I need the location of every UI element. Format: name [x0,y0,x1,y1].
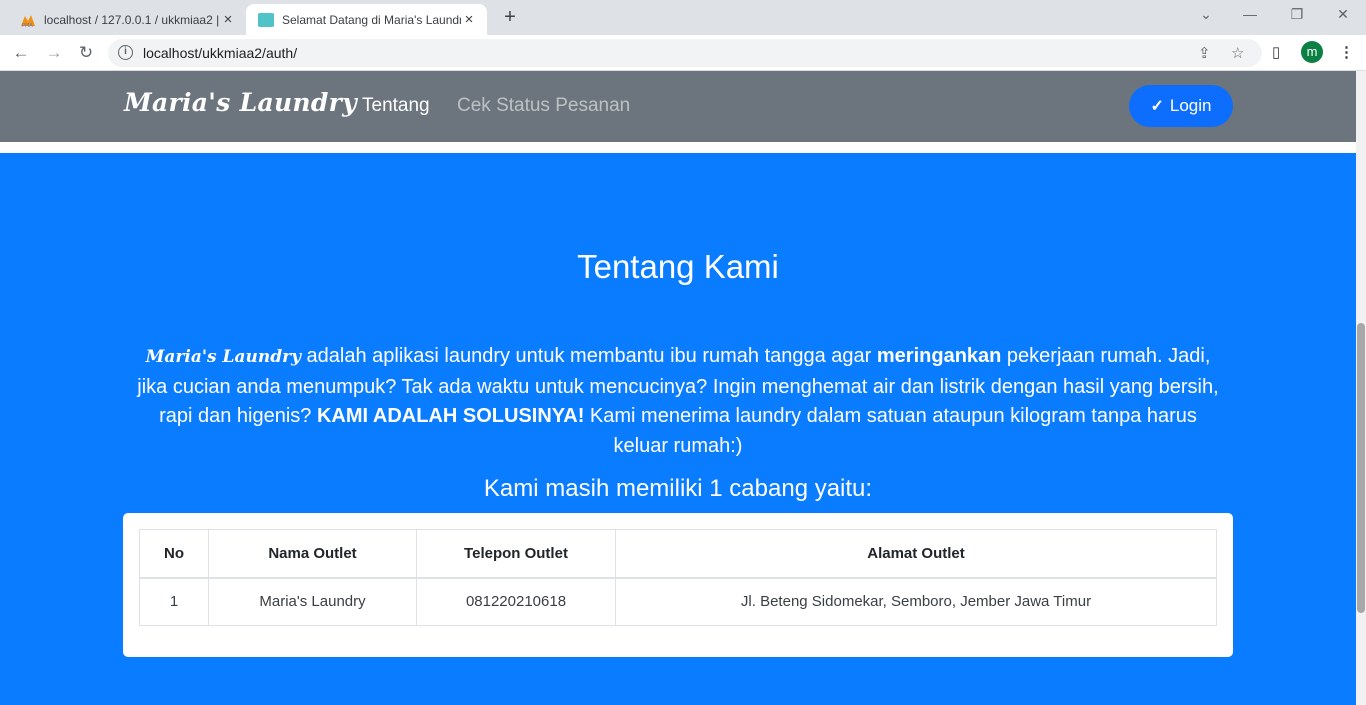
cell-no: 1 [139,577,209,626]
about-bold-2: KAMI ADALAH SOLUSINYA! [316,405,585,427]
bookmark-star-icon[interactable]: ☆ [1231,44,1244,62]
browser-toolbar: ← → ↻ i localhost/ukkmiaa2/auth/ ⇪ ☆ ▯ m… [0,35,1366,71]
site-info-icon[interactable]: i [118,45,133,60]
nav-link-cek-status[interactable]: Cek Status Pesanan [457,95,630,117]
address-url[interactable]: localhost/ukkmiaa2/auth/ [143,45,297,61]
about-text-1: adalah aplikasi laundry untuk membantu i… [300,345,877,367]
browser-tab-maria-laundry[interactable]: Selamat Datang di Maria's Laundry × [246,4,487,35]
tab-title: Selamat Datang di Maria's Laundry [282,12,461,27]
column-header-alamat-outlet: Alamat Outlet [615,529,1217,579]
branches-title: Kami masih memiliki 1 cabang yaitu: [483,475,873,502]
about-description: Maria's Laundry adalah aplikasi laundry … [130,342,1226,461]
site-navbar: Maria's Laundry Tentang Cek Status Pesan… [0,71,1356,142]
share-icon[interactable]: ⇪ [1198,44,1211,62]
outlet-table: No Nama Outlet Telepon Outlet Alamat Out… [139,529,1217,626]
reload-icon[interactable]: ↻ [74,41,98,65]
address-bar[interactable]: i localhost/ukkmiaa2/auth/ ⇪ ☆ [108,39,1262,67]
login-label: Login [1169,96,1212,115]
outlet-card: No Nama Outlet Telepon Outlet Alamat Out… [123,513,1233,657]
about-section: Tentang Kami Maria's Laundry adalah apli… [0,153,1356,705]
tab-title: localhost / 127.0.0.1 / ukkmiaa2 | [44,12,220,27]
cell-nama-outlet: Maria's Laundry [208,577,417,626]
restore-icon[interactable]: ❐ [1287,6,1307,23]
browser-menu-icon[interactable]: ⋮ [1339,43,1354,61]
new-tab-icon[interactable]: + [498,6,522,29]
about-bold-1: meringankan [876,345,1002,367]
page-viewport: Maria's Laundry Tentang Cek Status Pesan… [0,71,1356,705]
column-header-no: No [139,529,209,579]
table-header-row: No Nama Outlet Telepon Outlet Alamat Out… [139,529,1217,579]
forward-icon[interactable]: → [42,41,66,65]
profile-avatar[interactable]: m [1301,41,1323,63]
page-scrollbar[interactable] [1356,71,1366,705]
side-panel-icon[interactable]: ▯ [1272,43,1280,61]
login-button[interactable]: ✓ Login [1129,85,1233,127]
maria-laundry-favicon-icon [258,12,274,27]
phpmyadmin-favicon-icon: PMA [20,12,36,29]
back-icon[interactable]: ← [9,41,33,65]
cell-alamat-outlet: Jl. Beteng Sidomekar, Semboro, Jember Ja… [615,577,1217,626]
check-icon: ✓ [1150,98,1164,115]
table-row: 1 Maria's Laundry 081220210618 Jl. Beten… [139,577,1217,626]
tab-search-icon[interactable]: ⌄ [1196,6,1216,23]
about-brand-inline: Maria's Laundry [145,347,301,367]
column-header-nama-outlet: Nama Outlet [208,529,417,579]
svg-text:PMA: PMA [22,23,33,28]
brand-logo[interactable]: Maria's Laundry [124,88,357,117]
window-close-icon[interactable]: ✕ [1333,6,1353,23]
about-title: Tentang Kami [577,248,779,285]
browser-tab-phpmyadmin[interactable]: PMA localhost / 127.0.0.1 / ukkmiaa2 | × [8,4,246,35]
tab-close-icon[interactable]: × [461,11,477,28]
minimize-icon[interactable]: — [1240,6,1260,22]
cell-telepon-outlet: 081220210618 [416,577,616,626]
scrollbar-thumb[interactable] [1357,323,1365,613]
browser-tabstrip: PMA localhost / 127.0.0.1 / ukkmiaa2 | ×… [0,0,1366,35]
tab-close-icon[interactable]: × [220,11,236,28]
nav-link-tentang[interactable]: Tentang [362,95,430,117]
column-header-telepon-outlet: Telepon Outlet [416,529,616,579]
about-text-3: Kami menerima laundry dalam satuan ataup… [584,405,1197,457]
